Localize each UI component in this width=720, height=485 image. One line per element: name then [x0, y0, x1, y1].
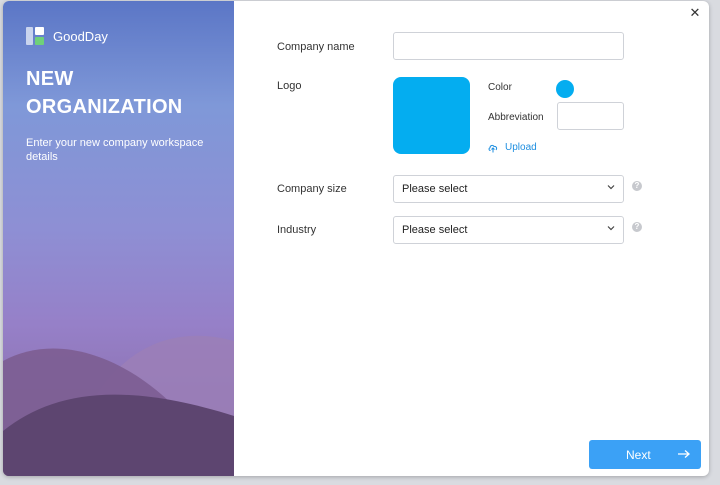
- page-subtitle: Enter your new company workspace details: [26, 137, 204, 163]
- hills-illustration: [3, 335, 234, 476]
- chevron-down-icon: [607, 226, 615, 231]
- abbreviation-input[interactable]: [557, 102, 624, 130]
- abbreviation-label: Abbreviation: [488, 112, 544, 123]
- industry-value: Please select: [402, 224, 468, 236]
- logo-preview[interactable]: [393, 77, 470, 154]
- upload-cloud-icon: [488, 144, 498, 152]
- industry-label: Industry: [277, 224, 317, 236]
- help-icon[interactable]: ?: [632, 222, 642, 232]
- company-name-input[interactable]: [393, 32, 624, 60]
- close-button[interactable]: ✕: [687, 5, 703, 21]
- page-title: NEW ORGANIZATION: [26, 65, 183, 121]
- upload-label: Upload: [505, 142, 537, 153]
- arrow-right-icon: [678, 450, 690, 458]
- company-size-label: Company size: [277, 183, 347, 195]
- next-button[interactable]: Next: [589, 440, 701, 469]
- industry-select[interactable]: Please select: [393, 216, 624, 244]
- close-icon: ✕: [689, 5, 701, 20]
- logo-label: Logo: [277, 80, 302, 92]
- brand: GoodDay: [26, 27, 108, 45]
- chevron-down-icon: [607, 185, 615, 190]
- company-size-select[interactable]: Please select: [393, 175, 624, 203]
- side-panel: GoodDay NEW ORGANIZATION Enter your new …: [3, 1, 234, 476]
- new-organization-dialog: GoodDay NEW ORGANIZATION Enter your new …: [3, 1, 709, 476]
- next-label: Next: [626, 448, 651, 462]
- color-picker[interactable]: [556, 80, 574, 98]
- gooday-logo-icon: [26, 27, 44, 45]
- title-line-1: NEW: [26, 68, 74, 90]
- company-size-value: Please select: [402, 183, 468, 195]
- company-name-label: Company name: [277, 41, 355, 53]
- help-icon[interactable]: ?: [632, 181, 642, 191]
- upload-button[interactable]: Upload: [488, 142, 537, 153]
- brand-name: GoodDay: [53, 28, 108, 44]
- color-label: Color: [488, 82, 512, 93]
- title-line-2: ORGANIZATION: [26, 96, 183, 118]
